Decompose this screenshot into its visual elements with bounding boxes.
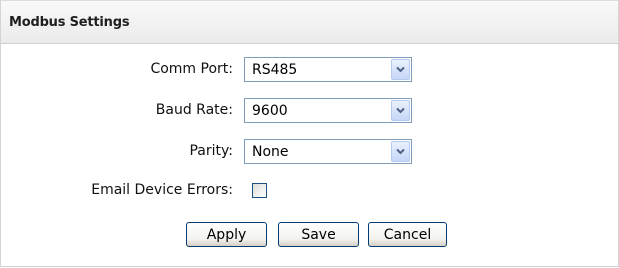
parity-value: None [252, 144, 289, 160]
apply-button[interactable]: Apply [186, 222, 267, 247]
baud-rate-value: 9600 [252, 103, 288, 119]
chevron-down-icon[interactable] [391, 141, 410, 162]
cancel-button[interactable]: Cancel [368, 222, 447, 247]
baud-rate-label: Baud Rate: [155, 102, 233, 118]
baud-rate-select[interactable]: 9600 [244, 98, 412, 123]
chevron-down-icon[interactable] [391, 59, 410, 80]
panel-header: Modbus Settings [1, 0, 618, 44]
chevron-down-icon[interactable] [391, 100, 410, 121]
modbus-settings-panel: Modbus Settings Comm Port: RS485 Baud Ra… [0, 0, 619, 267]
panel-title: Modbus Settings [9, 15, 130, 30]
comm-port-value: RS485 [252, 62, 298, 78]
parity-label: Parity: [189, 143, 233, 159]
parity-select[interactable]: None [244, 139, 412, 164]
save-button[interactable]: Save [278, 222, 359, 247]
email-device-errors-label: Email Device Errors: [91, 182, 233, 198]
comm-port-select[interactable]: RS485 [244, 57, 412, 82]
email-device-errors-checkbox[interactable] [252, 183, 267, 198]
comm-port-label: Comm Port: [150, 61, 233, 77]
